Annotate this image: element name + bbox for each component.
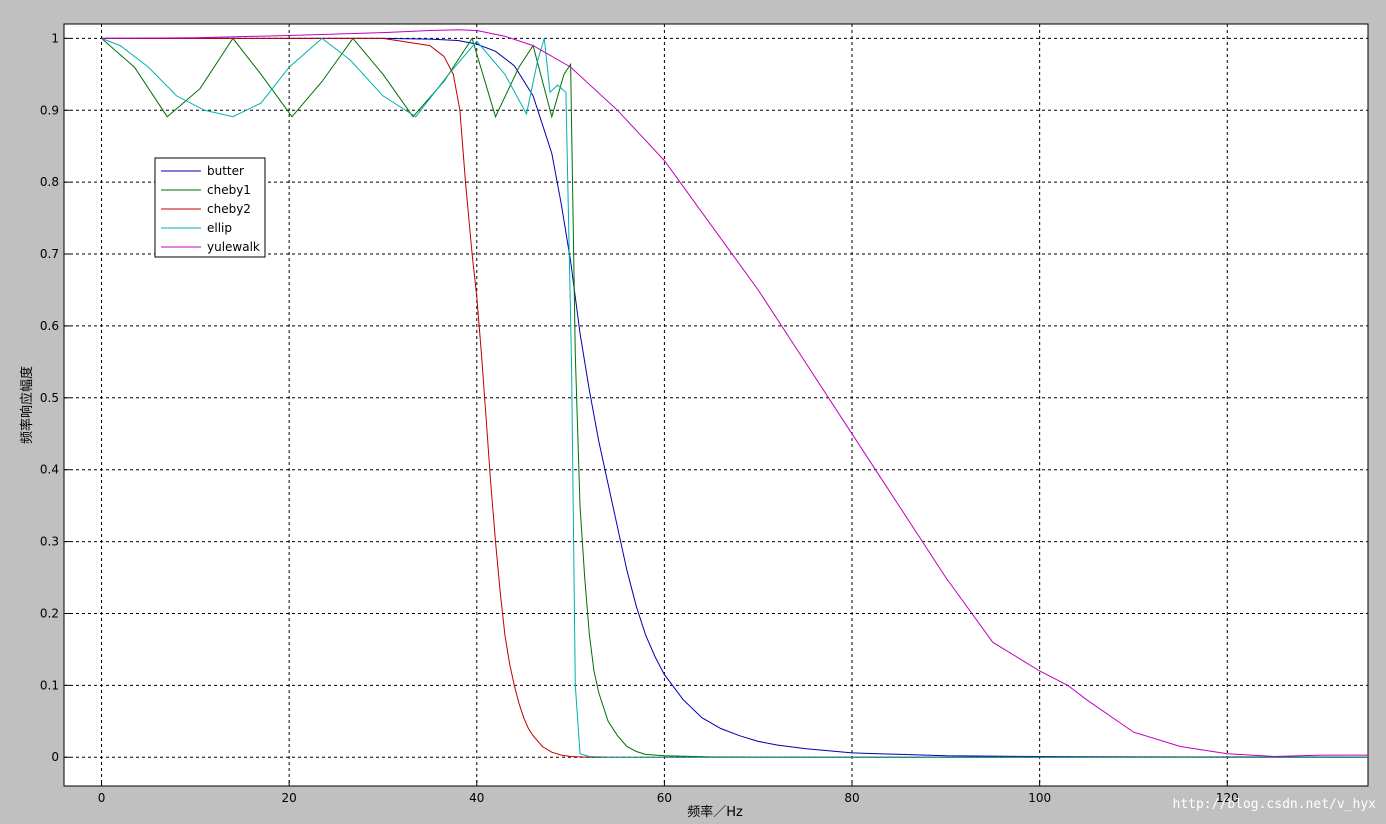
y-tick-label: 0.4	[40, 463, 59, 477]
legend[interactable]: butter cheby1 cheby2 ellip yulewalk	[154, 157, 266, 258]
y-tick-label: 0	[51, 750, 59, 764]
legend-label-yulewalk: yulewalk	[207, 240, 260, 254]
legend-label-cheby1: cheby1	[207, 183, 251, 197]
x-axis-label: 频率／Hz	[687, 804, 743, 820]
y-tick-label: 0.8	[40, 175, 59, 189]
y-tick-label: 0.5	[40, 391, 59, 405]
y-tick-label: 0.7	[40, 247, 59, 261]
x-tick-label: 60	[657, 791, 672, 805]
y-tick-label: 0.1	[40, 678, 59, 692]
x-tick-label: 20	[282, 791, 297, 805]
y-axis-label: 频率响应幅度	[19, 366, 35, 444]
y-tick-label: 0.6	[40, 319, 59, 333]
figure-window: 0 20 40 60 80 100 120 0 0.1 0.2 0.3 0.4 0.5 0.6 0.7 0.8…	[0, 0, 1386, 824]
x-tick-label: 100	[1028, 791, 1051, 805]
watermark-text: http://blog.csdn.net/v_hyx	[1173, 797, 1377, 812]
plot-area	[63, 23, 1369, 787]
y-tick-label: 0.3	[40, 535, 59, 549]
x-tick-label: 40	[469, 791, 484, 805]
y-tick-label: 0.9	[40, 103, 59, 117]
frequency-response-chart: 0 20 40 60 80 100 12000.10.20.30.40.50.60.70.8…	[19, 23, 1377, 820]
y-tick-label: 1	[51, 31, 59, 45]
legend-label-butter: butter	[207, 164, 244, 178]
x-tick-label: 80	[844, 791, 859, 805]
legend-label-cheby2: cheby2	[207, 202, 251, 216]
y-tick-label: 0.2	[40, 606, 59, 620]
legend-label-ellip: ellip	[207, 221, 232, 235]
x-tick-label: 0	[98, 791, 106, 805]
